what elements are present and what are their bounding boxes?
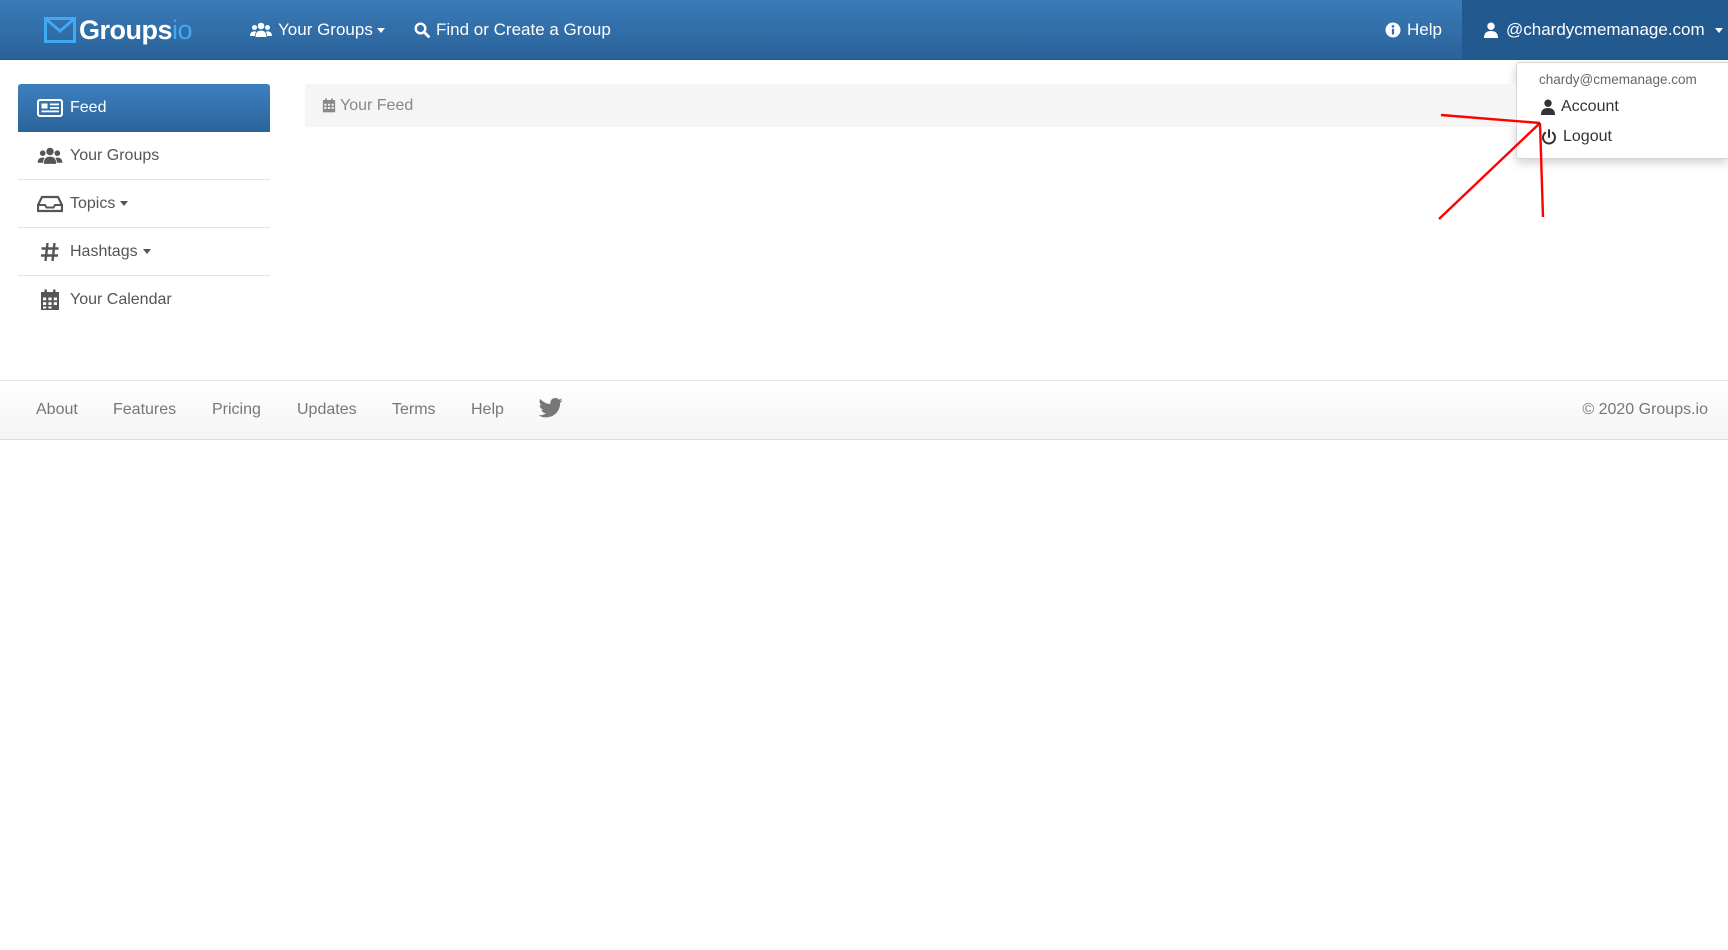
footer-link-updates[interactable]: Updates (297, 401, 357, 419)
nav-help[interactable]: Help (1385, 0, 1442, 60)
users-icon (250, 22, 272, 37)
dropdown-account-item[interactable]: Account (1541, 98, 1619, 116)
chevron-down-icon (1714, 27, 1723, 33)
hashtag-icon (41, 242, 59, 261)
sidebar-item-hashtags-label: Hashtags (70, 242, 138, 260)
user-icon (1484, 22, 1498, 38)
brand-suffix: io (172, 14, 193, 45)
feed-title: Your Feed (340, 96, 414, 114)
info-icon (1385, 22, 1401, 38)
nav-find-create-group[interactable]: Find or Create a Group (414, 0, 611, 60)
search-icon (414, 22, 430, 38)
chevron-down-icon (120, 201, 129, 206)
top-navbar: Groups io Your Groups Find or Create a G… (0, 0, 1728, 60)
users-icon (37, 147, 63, 164)
sidebar-item-your-groups[interactable]: Your Groups (18, 132, 270, 180)
sidebar-item-your-calendar[interactable]: Your Calendar (18, 276, 270, 324)
power-icon (1542, 129, 1556, 145)
dropdown-logout-label: Logout (1563, 128, 1612, 145)
nav-account-label: @chardycmemanage.com (1506, 20, 1705, 39)
footer: About Features Pricing Updates Terms Hel… (0, 380, 1728, 440)
account-dropdown: chardy@cmemanage.com Account Logout (1516, 62, 1728, 159)
sidebar-item-your-groups-label: Your Groups (70, 146, 160, 164)
sidebar: Feed Your Groups Topics Hashtags Your Ca… (18, 84, 270, 324)
feed-panel-heading: Your Feed (305, 84, 1516, 127)
sidebar-item-feed-label: Feed (70, 99, 107, 116)
envelope-logo-icon (44, 17, 76, 43)
calendar-icon (41, 289, 59, 310)
dropdown-email: chardy@cmemanage.com (1539, 72, 1697, 87)
inbox-icon (37, 195, 63, 212)
dropdown-logout-item[interactable]: Logout (1541, 128, 1612, 146)
sidebar-item-your-calendar-label: Your Calendar (70, 291, 172, 308)
footer-link-features[interactable]: Features (113, 401, 176, 419)
sidebar-item-topics-label: Topics (70, 194, 116, 212)
brand-logo[interactable]: Groups io (44, 14, 193, 46)
footer-link-about[interactable]: About (36, 401, 78, 419)
chevron-down-icon (376, 27, 385, 33)
nav-your-groups-label: Your Groups (278, 20, 373, 39)
chevron-down-icon (142, 249, 151, 254)
newspaper-icon (37, 99, 63, 117)
user-icon (1541, 99, 1555, 115)
nav-your-groups[interactable]: Your Groups (250, 0, 385, 60)
calendar-icon (322, 98, 336, 113)
nav-find-create-label: Find or Create a Group (436, 20, 611, 39)
footer-link-pricing[interactable]: Pricing (212, 401, 261, 419)
sidebar-item-topics[interactable]: Topics (18, 180, 270, 228)
nav-help-label: Help (1407, 20, 1442, 39)
sidebar-item-feed[interactable]: Feed (18, 84, 270, 132)
brand-name: Groups (79, 14, 173, 45)
nav-account-menu[interactable]: @chardycmemanage.com (1462, 0, 1728, 60)
dropdown-account-label: Account (1561, 98, 1619, 115)
twitter-icon[interactable] (539, 398, 563, 418)
copyright-text: © 2020 Groups.io (1582, 401, 1708, 418)
footer-link-terms[interactable]: Terms (392, 401, 436, 419)
page: Groups io Your Groups Find or Create a G… (0, 0, 1728, 950)
footer-link-help[interactable]: Help (471, 401, 504, 419)
sidebar-item-hashtags[interactable]: Hashtags (18, 228, 270, 276)
